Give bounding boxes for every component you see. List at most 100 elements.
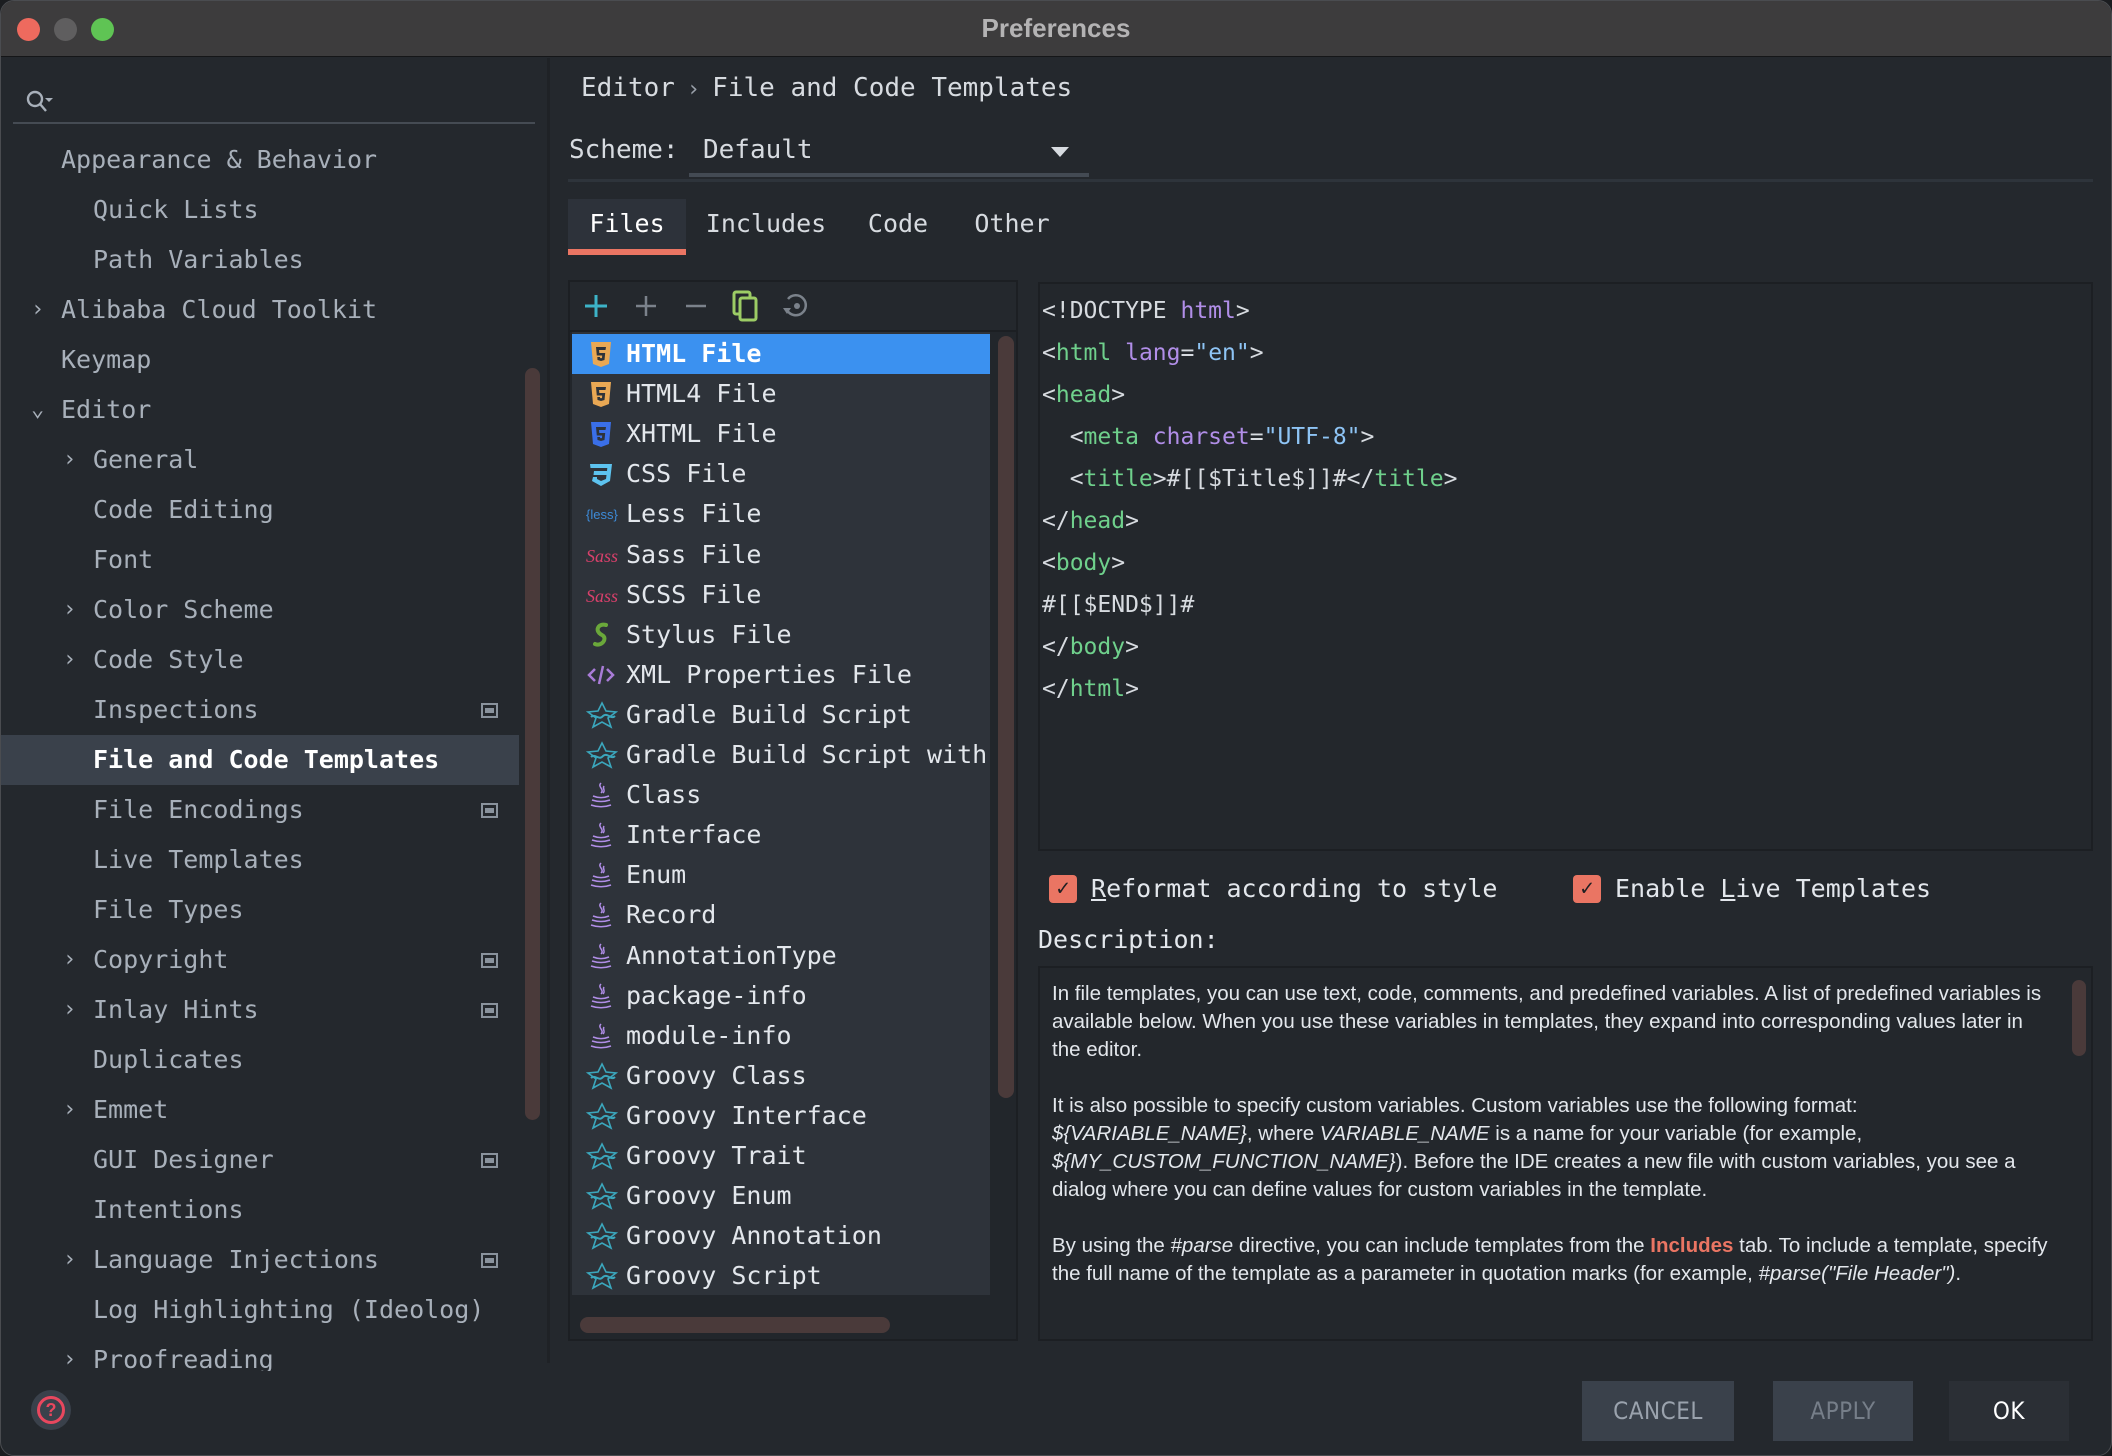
template-item-groovy-class[interactable]: Groovy Class: [572, 1056, 990, 1096]
template-name: SCSS File: [626, 579, 762, 609]
chevron-right-icon[interactable]: ›: [63, 435, 83, 485]
sidebar-item-live-templates[interactable]: Live Templates: [1, 835, 519, 885]
description-paragraph: It is also possible to specify custom va…: [1052, 1094, 2016, 1201]
minus-icon: [686, 304, 706, 308]
template-item-class[interactable]: Class: [572, 775, 990, 815]
remove-template-button[interactable]: [678, 288, 714, 324]
chevron-down-icon[interactable]: ⌄: [31, 385, 51, 435]
sidebar-item-duplicates[interactable]: Duplicates: [1, 1035, 519, 1085]
ok-button[interactable]: OK: [1949, 1381, 2069, 1441]
template-name: AnnotationType: [626, 940, 837, 970]
sidebar-item-proofreading[interactable]: › Proofreading: [1, 1335, 519, 1371]
scheme-dropdown[interactable]: Default: [689, 125, 1089, 177]
sidebar-item-log-highlighting-ideolog[interactable]: Log Highlighting (Ideolog): [1, 1285, 519, 1335]
create-child-template-button[interactable]: [628, 288, 664, 324]
sidebar-divider[interactable]: [547, 58, 550, 1363]
template-item-record[interactable]: Record: [572, 895, 990, 935]
description-scrollbar[interactable]: [2072, 980, 2086, 1056]
template-code-editor[interactable]: <!DOCTYPE html> <html lang="en"> <head> <m…: [1038, 282, 2093, 851]
sidebar-item-file-and-code-templates[interactable]: File and Code Templates: [1, 735, 519, 785]
settings-search-input[interactable]: [13, 72, 535, 124]
template-list-hscrollbar[interactable]: [580, 1317, 890, 1333]
template-item-groovy-enum[interactable]: Groovy Enum: [572, 1176, 990, 1216]
help-button[interactable]: ?: [31, 1390, 71, 1430]
sidebar-item-gui-designer[interactable]: GUI Designer: [1, 1135, 519, 1185]
sidebar-item-font[interactable]: Font: [1, 535, 519, 585]
sidebar-item-copyright[interactable]: › Copyright: [1, 935, 519, 985]
chevron-right-icon[interactable]: ›: [63, 985, 83, 1035]
sidebar-item-color-scheme[interactable]: › Color Scheme: [1, 585, 519, 635]
sidebar-item-file-encodings[interactable]: File Encodings: [1, 785, 519, 835]
chevron-right-icon[interactable]: ›: [63, 1235, 83, 1285]
sidebar-item-keymap[interactable]: Keymap: [1, 335, 519, 385]
breadcrumb-parent[interactable]: Editor: [581, 73, 675, 103]
chevron-right-icon[interactable]: ›: [63, 1335, 83, 1371]
sidebar-item-code-style[interactable]: › Code Style: [1, 635, 519, 685]
chevron-right-icon[interactable]: ›: [31, 285, 51, 335]
sidebar-item-inspections[interactable]: Inspections: [1, 685, 519, 735]
sidebar-item-inlay-hints[interactable]: › Inlay Hints: [1, 985, 519, 1035]
template-item-sass-file[interactable]: Sass Sass File: [572, 535, 990, 575]
template-item-interface[interactable]: Interface: [572, 815, 990, 855]
scheme-label: Scheme:: [569, 135, 679, 165]
code-token: html: [1055, 340, 1126, 366]
sidebar-item-quick-lists[interactable]: Quick Lists: [1, 185, 519, 235]
sidebar-item-alibaba-cloud-toolkit[interactable]: › Alibaba Cloud Toolkit: [1, 285, 519, 335]
template-item-groovy-annotation[interactable]: Groovy Annotation: [572, 1216, 990, 1256]
sidebar-item-general[interactable]: › General: [1, 435, 519, 485]
code-token: charset: [1152, 424, 1250, 450]
tab-other[interactable]: Other: [958, 199, 1066, 255]
template-item-less-file[interactable]: {less} Less File: [572, 494, 990, 534]
sidebar-item-emmet[interactable]: › Emmet: [1, 1085, 519, 1135]
chevron-right-icon[interactable]: ›: [63, 1085, 83, 1135]
template-item-html-file[interactable]: HTML File: [572, 334, 990, 374]
tab-code[interactable]: Code: [848, 199, 948, 255]
includes-link[interactable]: Includes: [1650, 1234, 1733, 1257]
sidebar-item-language-injections[interactable]: › Language Injections: [1, 1235, 519, 1285]
description-panel: In file templates, you can use text, cod…: [1038, 966, 2093, 1341]
sidebar-item-path-variables[interactable]: Path Variables: [1, 235, 519, 285]
template-item-stylus-file[interactable]: Stylus File: [572, 615, 990, 655]
template-item-annotationtype[interactable]: AnnotationType: [572, 936, 990, 976]
stylus-icon: [586, 621, 616, 649]
tab-files[interactable]: Files: [568, 199, 686, 255]
sidebar-item-label: Path Variables: [93, 245, 304, 274]
cancel-button[interactable]: CANCEL: [1582, 1381, 1734, 1441]
template-name: module-info: [626, 1020, 792, 1050]
chevron-right-icon[interactable]: ›: [63, 935, 83, 985]
reset-template-button[interactable]: [778, 288, 814, 324]
sidebar-item-file-types[interactable]: File Types: [1, 885, 519, 935]
code-line: <body>: [1042, 542, 1125, 584]
template-item-gradle-build-script-with-wrapper[interactable]: Gradle Build Script with wrapper: [572, 735, 990, 775]
template-item-scss-file[interactable]: Sass SCSS File: [572, 575, 990, 615]
sidebar-item-code-editing[interactable]: Code Editing: [1, 485, 519, 535]
template-item-xhtml-file[interactable]: XHTML File: [572, 414, 990, 454]
sidebar-item-label: General: [93, 445, 199, 474]
template-item-xml-properties-file[interactable]: XML Properties File: [572, 655, 990, 695]
template-item-groovy-script[interactable]: Groovy Script: [572, 1256, 990, 1295]
reformat-checkbox[interactable]: ✓ Reformat according to style: [1049, 871, 1499, 911]
enable-live-templates-checkbox[interactable]: ✓ Enable Live Templates: [1573, 871, 1973, 911]
template-item-enum[interactable]: Enum: [572, 855, 990, 895]
template-item-groovy-trait[interactable]: Groovy Trait: [572, 1136, 990, 1176]
apply-button[interactable]: APPLY: [1773, 1381, 1913, 1441]
template-item-groovy-interface[interactable]: Groovy Interface: [572, 1096, 990, 1136]
create-template-button[interactable]: [578, 288, 614, 324]
sidebar-scrollbar[interactable]: [525, 368, 540, 1120]
chevron-right-icon[interactable]: ›: [63, 585, 83, 635]
copy-template-button[interactable]: [728, 288, 764, 324]
sidebar-item-editor[interactable]: ⌄ Editor: [1, 385, 519, 435]
code-token: <: [1042, 340, 1056, 366]
sidebar-item-appearance-behavior[interactable]: Appearance & Behavior: [1, 135, 519, 185]
template-item-html4-file[interactable]: HTML4 File: [572, 374, 990, 414]
template-name: Interface: [626, 820, 762, 850]
template-item-gradle-build-script[interactable]: Gradle Build Script: [572, 695, 990, 735]
tab-includes[interactable]: Includes: [695, 199, 837, 255]
groovy-icon: [585, 1102, 619, 1130]
sidebar-item-intentions[interactable]: Intentions: [1, 1185, 519, 1235]
template-item-package-info[interactable]: package-info: [572, 976, 990, 1016]
template-list-vscrollbar[interactable]: [998, 336, 1014, 1098]
chevron-right-icon[interactable]: ›: [63, 635, 83, 685]
template-item-css-file[interactable]: CSS File: [572, 454, 990, 494]
template-item-module-info[interactable]: module-info: [572, 1016, 990, 1056]
